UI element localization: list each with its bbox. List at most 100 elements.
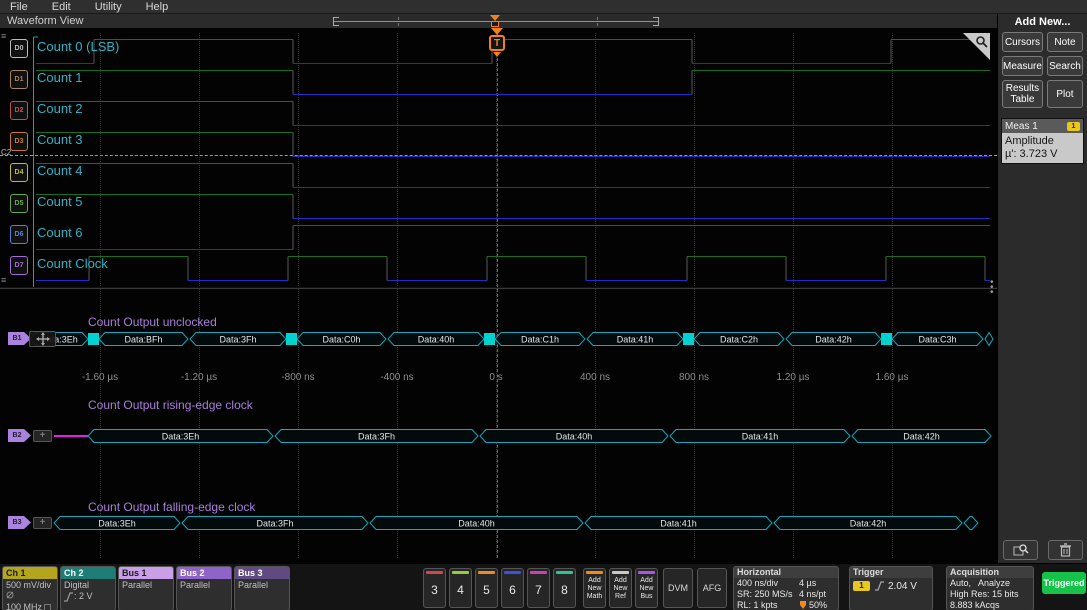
trigger-level-value: 2.04 V [888,581,917,592]
bandwidth-icon [44,604,51,610]
svg-text:Data:41h: Data:41h [617,335,654,345]
digital-channel-label: Count 2 [37,101,83,116]
channel-number: 5 [476,583,497,597]
add-new-ref-button[interactable]: Add New Ref [609,568,632,608]
horizontal-panel-title: Horizontal [734,567,838,578]
channel-badge-bus-1[interactable]: Bus 1Parallel [118,566,174,610]
digital-channels-layer: D0Count 0 (LSB)D1Count 1D2Count 2D3Count… [0,33,997,289]
horizontal-value: RL: 1 kpts [737,600,799,610]
svg-text:Data:42h: Data:42h [815,335,852,345]
channel-badge-8[interactable]: 8 [553,568,576,608]
svg-text:Data:C0h: Data:C0h [322,335,360,345]
digital-threshold-label: C2 [1,148,11,157]
menu-item-file[interactable]: File [0,0,40,14]
rising-edge-icon [64,592,73,602]
channel-number: 7 [528,583,549,597]
digital-channel-badge-d6[interactable]: D6 [10,225,28,244]
time-axis-label: 400 ns [563,372,627,383]
digital-channel-badge-d1[interactable]: D1 [10,70,28,89]
svg-text:Data:C2h: Data:C2h [720,335,758,345]
time-axis-label: 0 s [464,372,528,383]
channel-badge-bus-2[interactable]: Bus 2Parallel [176,566,232,610]
channel-badge-6[interactable]: 6 [501,568,524,608]
measurement-badge-header: Meas 1 1 [1002,119,1083,133]
trigger-panel[interactable]: Trigger12.04 V [849,566,933,610]
bus-expand-button[interactable]: + [33,517,52,529]
overview-divider-tick [597,17,598,26]
add-new-math-button[interactable]: Add New Math [583,568,606,608]
channel-badge-body: Parallel [177,579,231,592]
settings-bar: Ch 1500 mV/div100 MHzCh 2Digital: 2 VBus… [0,563,1087,610]
channel-badge-3[interactable]: 3 [423,568,446,608]
horizontal-panel-row: 400 ns/div4 µs [734,578,838,589]
add-new-measure-button[interactable]: Measure [1002,56,1043,76]
trigger-flag-arrow-icon[interactable] [491,28,503,35]
add-new-cursors-button[interactable]: Cursors [1002,32,1043,52]
channel-color-stripe [478,571,495,574]
overview-trigger-marker-box[interactable] [491,21,499,27]
channel-badge-line: Parallel [122,580,170,591]
dvm-button[interactable]: DVM [663,568,693,608]
zoom-box-icon [1013,543,1029,557]
channel-badge-5[interactable]: 5 [475,568,498,608]
channel-badge-4[interactable]: 4 [449,568,472,608]
channel-badge-title: Ch 1 [3,567,57,579]
menu-item-help[interactable]: Help [134,0,181,14]
channel-number: 3 [424,583,445,597]
bus-row-b2: Data:3EhData:3FhData:40hData:41hData:42h… [0,428,997,444]
add-new-results-table-button[interactable]: Results Table [1002,80,1043,108]
add-new-search-button[interactable]: Search [1047,56,1083,76]
channel-badge-bus-3[interactable]: Bus 3Parallel [234,566,290,610]
svg-text:Data:40h: Data:40h [556,432,593,442]
zoom-mode-button[interactable] [1003,540,1038,560]
menu-item-edit[interactable]: Edit [40,0,83,14]
horizontal-panel[interactable]: Horizontal400 ns/div4 µsSR: 250 MS/s4 ns… [733,566,839,610]
splitter-handle-icon[interactable]: ••• [990,280,994,295]
time-axis-label: -1.20 µs [167,372,231,383]
channel-badge-body: Parallel [119,579,173,592]
add-new-bus-button[interactable]: Add New Bus [635,568,658,608]
channel-color-stripe [530,571,547,574]
acquisition-row: Auto, Analyze [947,578,1033,589]
digital-channel-badge-d2[interactable]: D2 [10,101,28,120]
overview-left-bracket[interactable] [333,17,339,26]
trigger-status-indicator: Triggered [1042,572,1086,594]
delete-button[interactable] [1048,540,1083,560]
menu-bar: FileEditUtilityHelp [0,0,1087,14]
channel-badge-ch-2[interactable]: Ch 2Digital: 2 V [60,566,116,610]
add-new-plot-button[interactable]: Plot [1047,80,1083,108]
digital-channel-badge-d4[interactable]: D4 [10,163,28,182]
trigger-delay-icon [799,600,807,610]
waveform-view: Waveform View ≡ ≡ D0Count 0 (LSB)D1Count… [0,14,997,563]
channel-badge-7[interactable]: 7 [527,568,550,608]
channel-badge-ch-1[interactable]: Ch 1500 mV/div100 MHz [2,566,58,610]
time-axis-label: -400 ns [365,372,429,383]
overview-right-bracket[interactable] [653,17,659,26]
menu-item-utility[interactable]: Utility [83,0,134,14]
measurement-badge[interactable]: Meas 1 1 Amplitude µ': 3.723 V [1001,118,1084,164]
probe-comp-icon [6,591,54,602]
trigger-flag[interactable]: T [489,35,505,51]
horizontal-value: 50% [809,600,827,610]
digital-channel-badge-d0[interactable]: D0 [10,39,28,58]
svg-text:Data:3Eh: Data:3Eh [98,519,136,529]
digital-channel-badge-d7[interactable]: D7 [10,256,28,275]
svg-text:Data:3Fh: Data:3Fh [256,519,293,529]
digital-channel-badge-d3[interactable]: D3 [10,132,28,151]
badge-color-stripe [638,571,655,574]
view-splitter[interactable] [0,287,997,289]
acquisition-panel[interactable]: AcquisitionAuto, AnalyzeHigh Res: 15 bit… [946,566,1034,610]
add-new-note-button[interactable]: Note [1047,32,1083,52]
waveform-plot[interactable]: ≡ ≡ D0Count 0 (LSB)D1Count 1D2Count 2D3C… [0,28,997,563]
svg-text:Data:41h: Data:41h [660,519,697,529]
digital-channel-label: Count Clock [37,256,108,271]
acquisition-panel-title: Acquisition [947,567,1033,578]
drag-handle-overlay[interactable] [29,331,56,347]
measurement-value: µ': 3.723 V [1005,148,1080,161]
digital-channel-label: Count 6 [37,225,83,240]
digital-channel-badge-d5[interactable]: D5 [10,194,28,213]
bus-expand-button[interactable]: + [33,430,52,442]
channel-badge-line-text: 100 MHz [6,602,42,610]
afg-button[interactable]: AFG [697,568,727,608]
results-bar-footer [998,540,1087,560]
